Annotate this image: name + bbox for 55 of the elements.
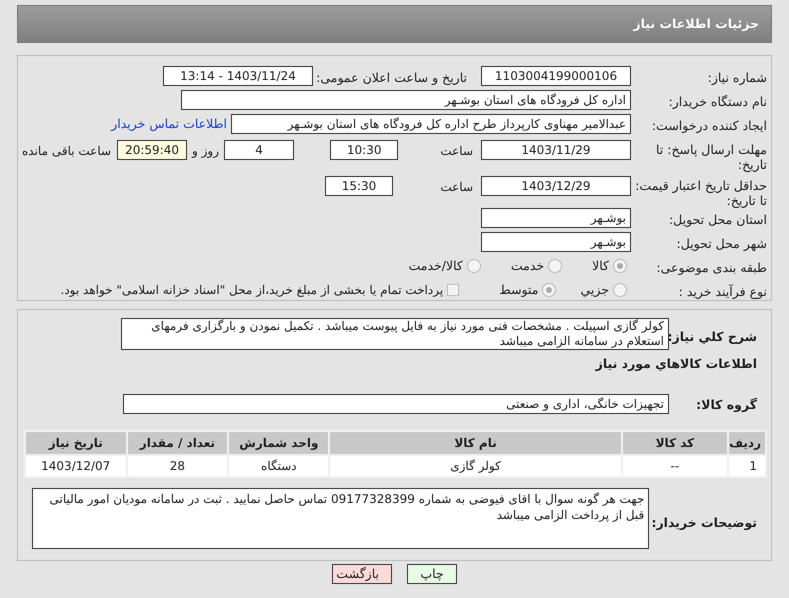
field-label: توضیحات خریدار: — [651, 514, 757, 530]
column-header: واحد شمارش — [228, 430, 330, 455]
field-label: حداقل تاریخ اعتبار قیمت: تا تاریخ: — [634, 178, 767, 208]
text-field[interactable]: 1403/11/24 - 13:14 — [163, 66, 313, 86]
field-label: شماره نیاز: — [708, 70, 767, 84]
contact-link[interactable]: اطلاعات تماس خریدار — [111, 114, 227, 134]
back-button[interactable]: بازگشت — [332, 564, 392, 584]
field-label: نوع فرآیند خرید : — [678, 284, 767, 298]
field-label: نام دستگاه خریدار: — [668, 94, 767, 108]
radio-label: جزیي — [580, 280, 609, 299]
page-title: جزئیات اطلاعات نیاز — [633, 14, 759, 33]
text-field[interactable]: 1103004199000106 — [481, 66, 631, 86]
field-label: تاریخ و ساعت اعلان عمومی: — [316, 70, 467, 84]
text-field[interactable]: 10:30 — [330, 140, 398, 160]
table-cell: -- — [622, 454, 728, 477]
checkbox-label: پرداخت تمام یا بخشی از مبلغ خرید،از محل "اسناد خزانه اسلامی" خواهد بود. — [60, 282, 444, 299]
field-label: مهلت ارسال پاسخ: تا تاریخ: — [655, 142, 767, 172]
description-textarea[interactable]: کولر گازی اسپیلت . مشخصات فنی مورد نیاز به فایل پیوست میباشد . تکمیل نمودن و بارگزاری فرمهای استعلام در سامانه الزامی میباشد — [121, 318, 669, 350]
table-cell: دستگاه — [228, 454, 330, 477]
text-field[interactable]: 1403/12/29 — [481, 176, 631, 196]
radio-label: خدمت — [510, 256, 544, 275]
text-field[interactable]: 4 — [224, 140, 294, 160]
field-label: طبقه بندی موضوعی: — [656, 260, 767, 274]
field-text: ساعت — [439, 143, 473, 160]
column-header: نام کالا — [329, 430, 622, 455]
field-label: شهر محل تحویل: — [676, 236, 767, 250]
text-field[interactable]: تجهیزات خانگی، اداری و صنعتی — [123, 394, 669, 414]
text-field[interactable]: عبدالامیر مهناوی کارپرداز طرح اداره کل فرودگاه های استان بوشـهر — [231, 114, 631, 134]
notes-textarea[interactable]: جهت هر گونه سوال با اقای فیوضی به شماره 09177328399 تماس حاصل نمایید . ثبت در سامانه مودیان امور مالیاتی قبل از پرداخت الزامی میباشد — [32, 488, 650, 549]
field-label: گروه کالا: — [696, 396, 757, 412]
table-cell: 1 — [728, 454, 766, 477]
table-cell: 28 — [126, 454, 228, 477]
radio-label: کالا/خدمت — [408, 256, 463, 275]
column-header: کد کالا — [622, 430, 728, 455]
field-text: ساعت — [439, 179, 473, 196]
radio-label: کالا — [592, 256, 609, 275]
print-button[interactable]: چاپ — [407, 564, 457, 584]
field-text: روز و — [192, 143, 220, 160]
text-field[interactable]: 15:30 — [325, 176, 393, 196]
field-label: استان محل تحویل: — [668, 212, 767, 226]
field-label: ایجاد کننده درخواست: — [652, 118, 767, 132]
text-field[interactable]: بوشـهر — [481, 208, 631, 228]
field-label: شرح کلي نياز: — [668, 329, 757, 344]
text-field[interactable]: اداره کل فرودگاه های استان بوشـهر — [181, 90, 631, 110]
text-field[interactable]: بوشـهر — [481, 232, 631, 252]
section-title: اطلاعات کالاهاي مورد نياز — [596, 355, 757, 373]
column-header: ردیف — [728, 430, 766, 455]
radio-label: متوسط — [499, 280, 538, 299]
table-cell: 1403/12/07 — [25, 454, 126, 477]
text-field[interactable]: 1403/11/29 — [481, 140, 631, 160]
countdown-field[interactable]: 20:59:40 — [117, 140, 188, 160]
table-cell: کولر گازی — [329, 454, 622, 477]
field-text: ساعت باقی مانده — [22, 143, 112, 160]
column-header: تعداد / مقدار — [126, 430, 228, 455]
column-header: تاریخ نیاز — [25, 430, 126, 455]
